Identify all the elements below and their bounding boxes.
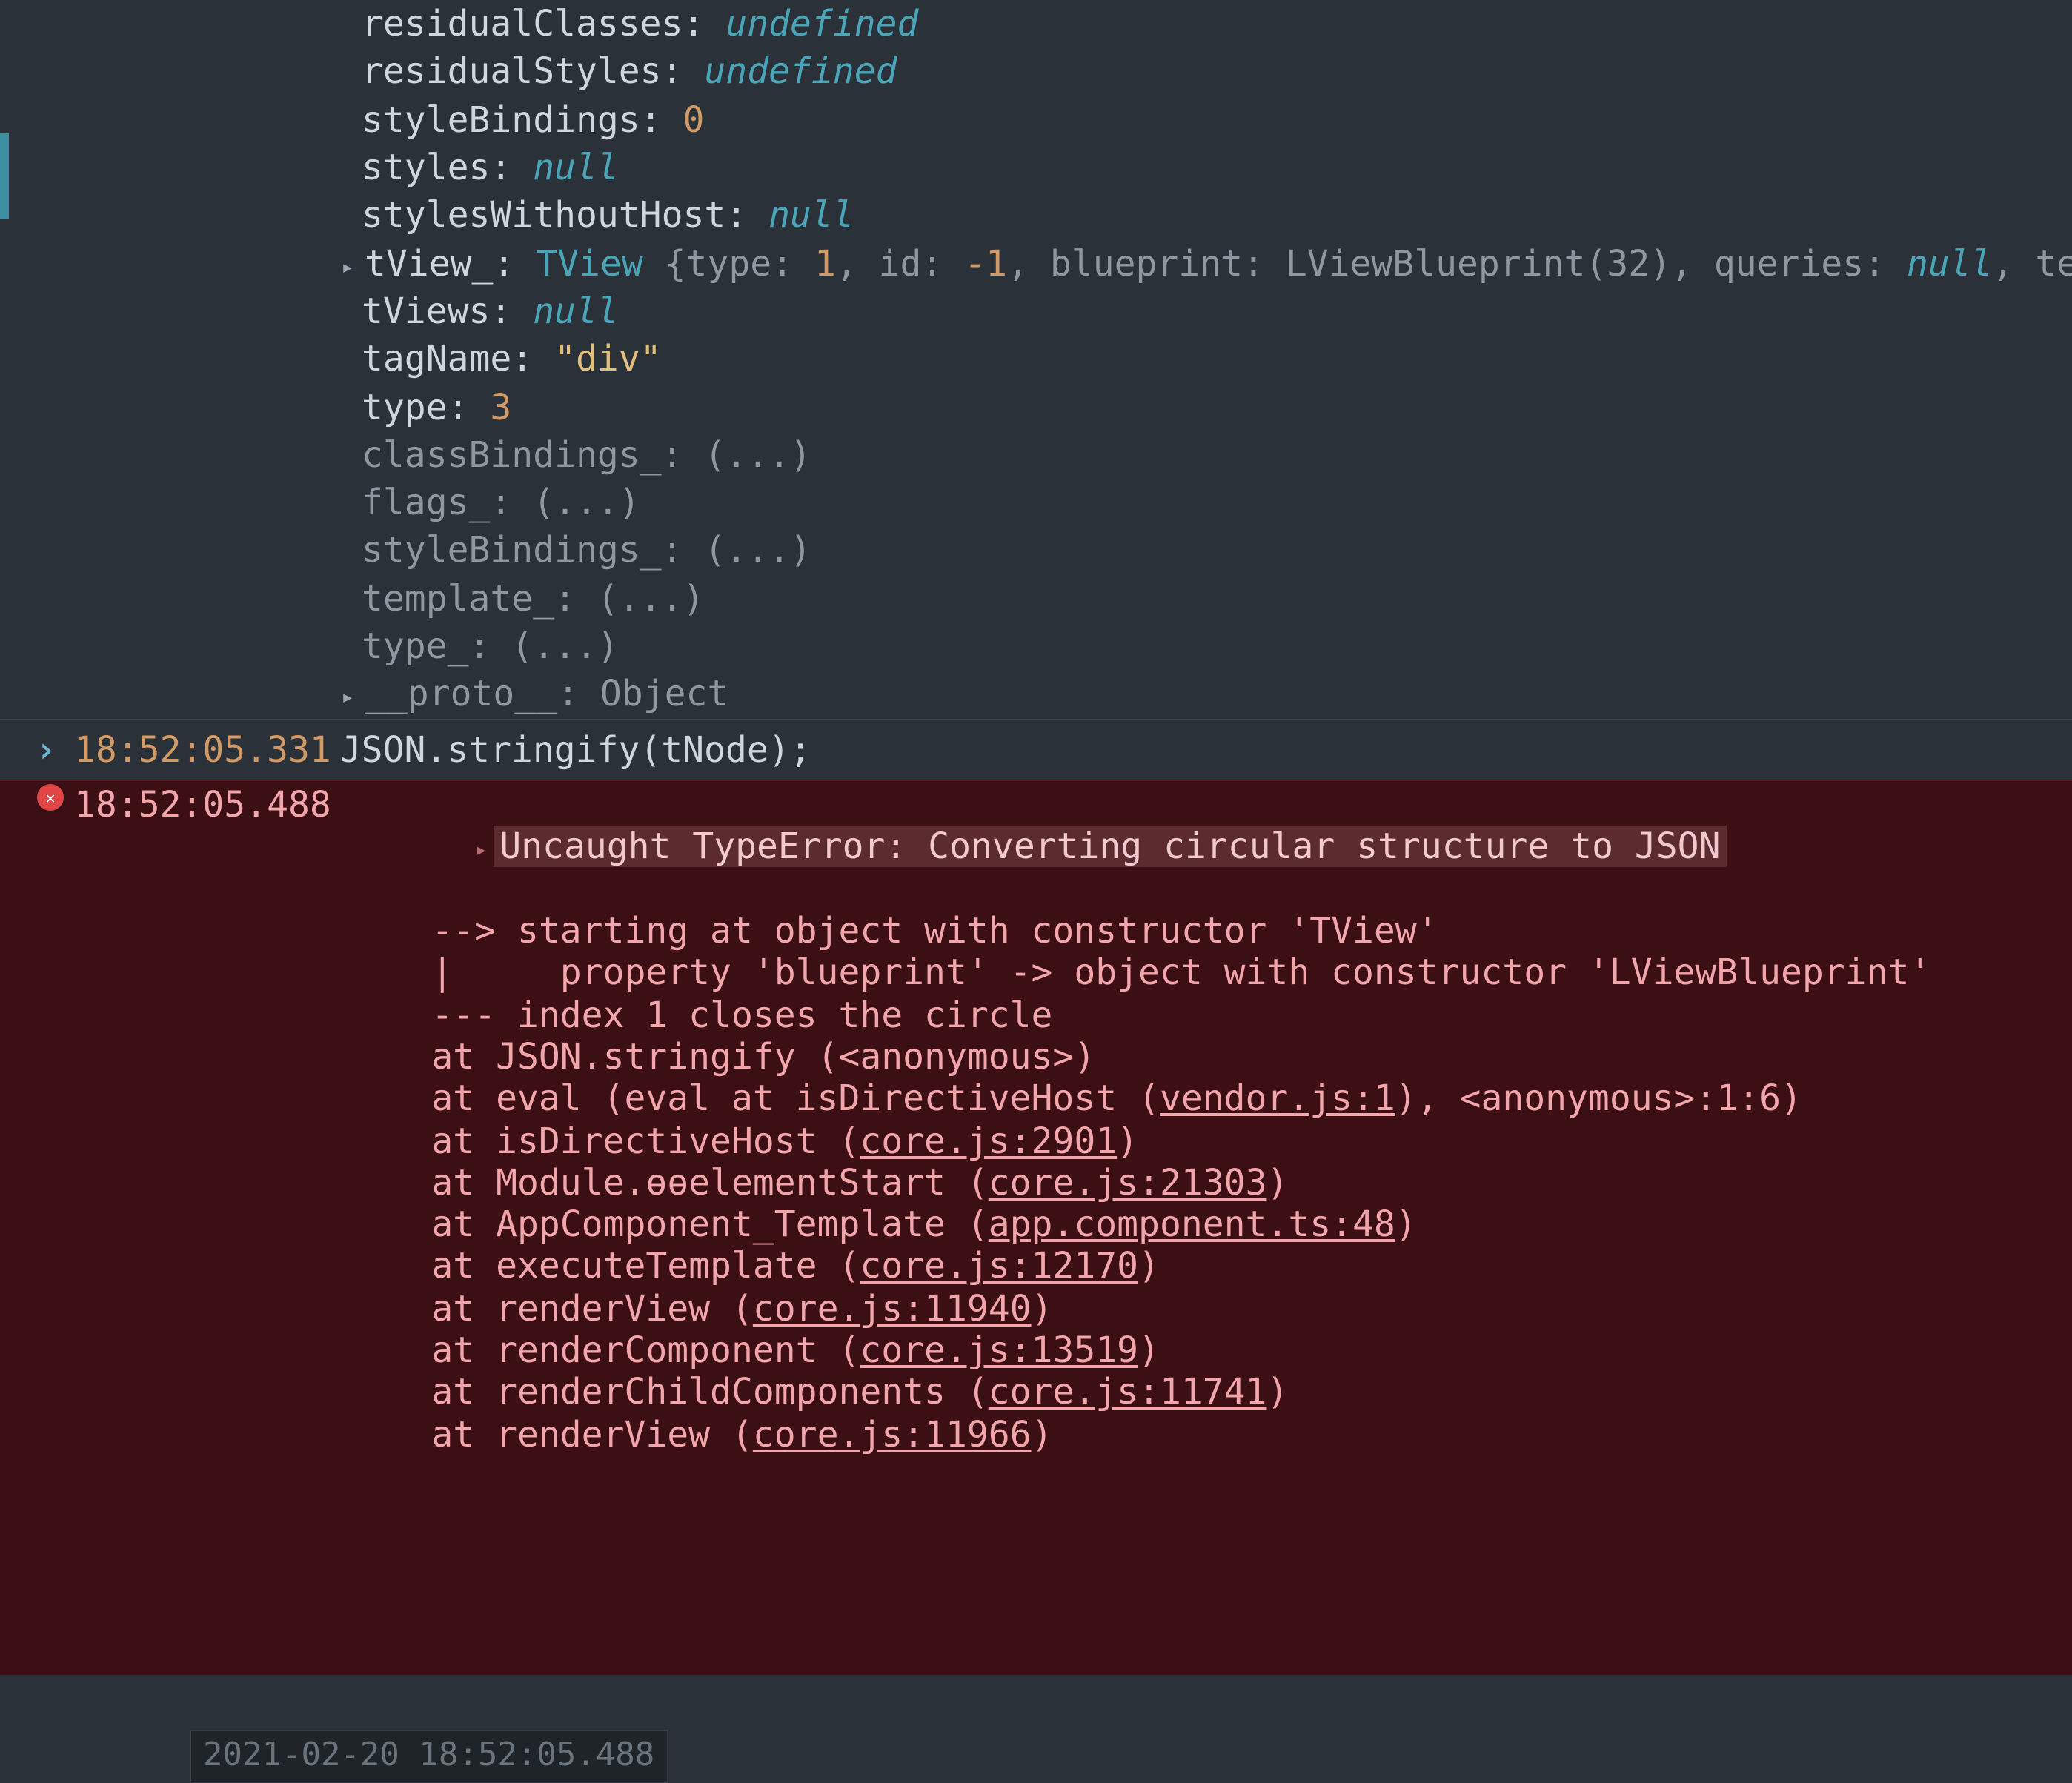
- object-property-row[interactable]: type_: (...): [0, 622, 2072, 671]
- object-property-row[interactable]: tView_: TView {type: 1, id: -1, blueprin…: [0, 239, 2072, 288]
- timestamp-tooltip: 2021-02-20 18:52:05.488: [190, 1730, 668, 1783]
- expand-caret-icon[interactable]: [341, 242, 362, 285]
- expand-caret-icon[interactable]: [474, 826, 488, 868]
- error-message: Uncaught TypeError: Converting circular …: [494, 826, 1726, 868]
- source-link[interactable]: core.js:21303: [989, 1162, 1267, 1203]
- object-property-row[interactable]: residualClasses: undefined: [0, 0, 2072, 48]
- console-input-history-row[interactable]: › 18:52:05.331 JSON.stringify(tNode);: [0, 718, 2072, 780]
- source-link[interactable]: core.js:12170: [860, 1246, 1138, 1287]
- source-link[interactable]: core.js:13519: [860, 1329, 1138, 1371]
- error-icon: [37, 784, 64, 811]
- source-link[interactable]: core.js:11940: [753, 1288, 1032, 1329]
- object-property-row[interactable]: styleBindings_: (...): [0, 527, 2072, 575]
- object-properties-list: residualClasses: undefinedresidualStyles…: [0, 0, 2072, 718]
- object-property-row[interactable]: tViews: null: [0, 288, 2072, 336]
- object-property-row[interactable]: styles: null: [0, 144, 2072, 192]
- object-property-row[interactable]: template_: (...): [0, 575, 2072, 623]
- devtools-console: residualClasses: undefinedresidualStyles…: [0, 0, 2072, 1676]
- input-caret-icon: ›: [36, 728, 57, 771]
- object-property-row[interactable]: tagName: "div": [0, 335, 2072, 383]
- console-error-row[interactable]: 18:52:05.488 Uncaught TypeError: Convert…: [0, 780, 2072, 1676]
- object-property-row[interactable]: styleBindings: 0: [0, 96, 2072, 144]
- object-property-row[interactable]: classBindings_: (...): [0, 431, 2072, 479]
- expand-caret-icon[interactable]: [341, 674, 362, 716]
- source-link[interactable]: vendor.js:1: [1160, 1078, 1395, 1119]
- source-link[interactable]: core.js:2901: [860, 1120, 1117, 1161]
- object-property-row[interactable]: type: 3: [0, 383, 2072, 431]
- error-content: Uncaught TypeError: Converting circular …: [346, 784, 2054, 1498]
- source-link[interactable]: core.js:11741: [989, 1372, 1267, 1413]
- source-link[interactable]: core.js:11966: [753, 1413, 1032, 1455]
- history-timestamp: 18:52:05.331: [74, 728, 331, 771]
- object-property-row[interactable]: residualStyles: undefined: [0, 48, 2072, 96]
- history-code: JSON.stringify(tNode);: [340, 728, 2054, 771]
- error-timestamp: 18:52:05.488: [74, 784, 331, 826]
- source-link[interactable]: app.component.ts:48: [989, 1203, 1395, 1245]
- object-property-row[interactable]: stylesWithoutHost: null: [0, 192, 2072, 240]
- object-property-row[interactable]: __proto__: Object: [0, 671, 2072, 719]
- editor-gutter-marker: [0, 133, 9, 219]
- object-property-row[interactable]: flags_: (...): [0, 479, 2072, 527]
